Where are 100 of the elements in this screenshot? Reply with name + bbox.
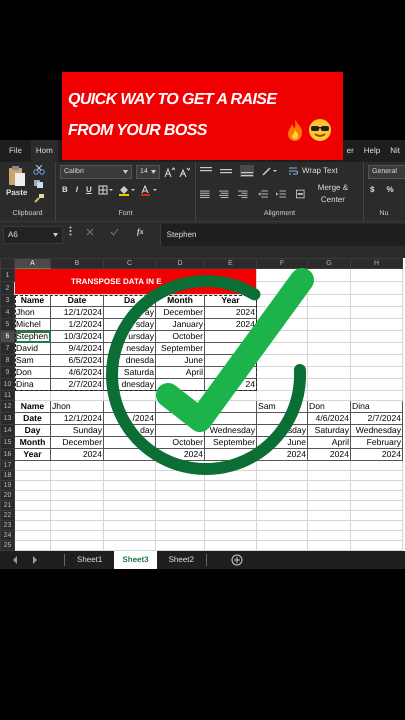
formula-field[interactable]: Stephen — [160, 224, 405, 246]
middle-align-icon[interactable] — [220, 166, 232, 176]
currency-button[interactable]: $ — [368, 184, 376, 196]
table-cell: dnesday — [104, 378, 156, 390]
merge-center-button[interactable]: Merge & Center — [294, 182, 360, 206]
sheet-tab[interactable]: Sheet1 — [69, 551, 110, 569]
table-cell: dnesda — [104, 354, 156, 366]
table-cell: 2024 — [50, 448, 104, 460]
row-heading: Date — [14, 412, 50, 424]
row-heading: Name — [14, 400, 50, 412]
shrink-font-icon[interactable] — [179, 166, 190, 178]
table-cell: June — [156, 354, 204, 366]
table-cell: January — [156, 318, 204, 330]
merge-icon — [296, 189, 305, 199]
caret-icon — [123, 170, 128, 174]
scissors-icon[interactable] — [33, 165, 46, 175]
decrease-indent-icon[interactable] — [258, 189, 268, 199]
bottom-align-icon[interactable] — [240, 165, 254, 177]
orientation-icon[interactable] — [262, 166, 278, 176]
copy-icon[interactable] — [33, 179, 46, 189]
table-cell: Don — [308, 400, 350, 412]
align-right-icon[interactable] — [238, 188, 250, 200]
percent-button[interactable]: % — [384, 184, 396, 196]
row-heading: Month — [14, 436, 50, 448]
table-cell: sday — [104, 318, 156, 330]
table-cell: Wednesday — [204, 424, 256, 436]
add-sheet-icon[interactable] — [230, 554, 243, 566]
more-icon[interactable] — [69, 226, 72, 236]
table-cell: Saturda — [104, 366, 156, 378]
ribbon-tab[interactable]: File — [0, 140, 31, 162]
table-cell: October — [156, 330, 204, 342]
fire-icon — [286, 118, 304, 142]
table-cell: December — [156, 306, 204, 318]
paste-button[interactable]: Paste — [4, 187, 30, 199]
table-cell: Sam — [256, 400, 308, 412]
table-cell: sday — [256, 424, 308, 436]
style-button[interactable]: I — [74, 184, 80, 196]
caret-icon — [53, 233, 58, 237]
table-cell: 4/6/2024 — [50, 366, 104, 378]
wrap-icon — [288, 166, 298, 176]
table-cell: 2/7/2024 — [50, 378, 104, 390]
ribbon-tab[interactable]: Hom — [30, 140, 58, 162]
table-cell: Stephen — [14, 330, 50, 342]
table-cell: Saturday — [308, 424, 350, 436]
table-cell: 2024 — [204, 306, 256, 318]
caret-icon — [151, 170, 156, 174]
grow-font-icon[interactable] — [164, 166, 175, 178]
table-cell: 12/1/2024 — [50, 306, 104, 318]
table-cell: 2024 — [256, 448, 308, 460]
next-sheet-icon[interactable] — [32, 556, 38, 564]
banner-title: QUICK WAY TO GET A RAISE FROM YOUR BOSS — [68, 90, 278, 141]
table-cell: 1/2/2024 — [50, 318, 104, 330]
table-cell: 9/4/2024 — [50, 342, 104, 354]
table-cell: Wednesday — [350, 424, 402, 436]
table-cell: September — [204, 436, 256, 448]
table-cell: December — [50, 436, 104, 448]
ribbon-tab[interactable]: er — [342, 140, 359, 162]
table-cell: 6/5/2024 — [50, 354, 104, 366]
table-cell: 4/6/2024 — [308, 412, 350, 424]
clipboard-icon[interactable] — [8, 165, 26, 187]
table-cell: April — [156, 366, 204, 378]
font-color-icon[interactable] — [140, 184, 158, 196]
table-cell: Sunday — [50, 424, 104, 436]
table-cell: 2024 — [204, 318, 256, 330]
table-cell: 10/3/2024 — [50, 330, 104, 342]
row-heading: Day — [14, 424, 50, 436]
name-box[interactable]: A6 — [3, 226, 63, 244]
ribbon-tab[interactable]: Nit — [385, 140, 405, 162]
fill-color-icon[interactable] — [118, 184, 136, 196]
style-button[interactable]: U — [84, 184, 94, 196]
insert-function-button[interactable]: fx — [135, 226, 146, 238]
row-heading: Year — [14, 448, 50, 460]
table-cell: September — [156, 342, 204, 354]
ribbon-tab[interactable]: Help — [358, 140, 386, 162]
align-left-icon[interactable] — [200, 188, 212, 200]
table-cell: April — [308, 436, 350, 448]
sheet-tab[interactable]: Sheet2 — [160, 551, 202, 569]
table-cell: day — [104, 424, 156, 436]
table-cell: October — [156, 436, 204, 448]
table-cell: Jhon — [50, 400, 104, 412]
table-cell: /2024 — [104, 412, 156, 424]
table-cell: nesday — [104, 342, 156, 354]
increase-indent-icon[interactable] — [276, 189, 286, 199]
table-cell: ay — [104, 306, 156, 318]
borders-icon[interactable] — [98, 185, 114, 195]
cancel-icon[interactable] — [86, 228, 94, 236]
sheet-tab[interactable]: Sheet3 — [114, 551, 157, 569]
wrap-text-button[interactable]: Wrap Text — [286, 165, 340, 177]
brush-icon[interactable] — [33, 193, 46, 203]
table-cell: Dina — [350, 400, 402, 412]
table-cell: February — [350, 436, 402, 448]
table-cell: 12/1/2024 — [50, 412, 104, 424]
enter-icon[interactable] — [110, 228, 119, 236]
table-cell: ursday — [104, 330, 156, 342]
previous-sheet-icon[interactable] — [12, 556, 18, 564]
style-button[interactable]: B — [60, 184, 70, 196]
table-cell: 2024 — [350, 448, 402, 460]
table-cell: 2/7/2024 — [350, 412, 402, 424]
align-center-icon[interactable] — [219, 188, 230, 200]
sunglasses-face-icon — [308, 118, 332, 142]
